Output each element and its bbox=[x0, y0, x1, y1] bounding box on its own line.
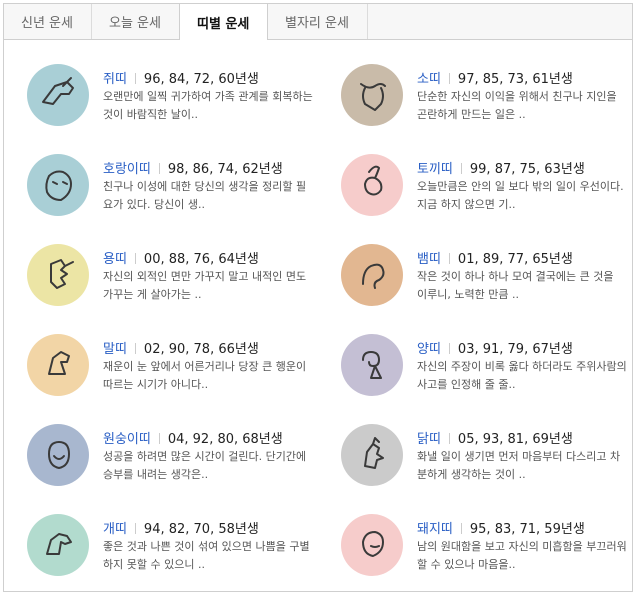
pig-icon bbox=[341, 514, 403, 576]
divider bbox=[460, 163, 462, 174]
tab-constellation-fortune[interactable]: 별자리 운세 bbox=[268, 4, 368, 39]
monkey-icon bbox=[27, 424, 89, 486]
ox-icon bbox=[341, 64, 403, 126]
dragon-icon bbox=[27, 244, 89, 306]
zodiac-name[interactable]: 쥐띠 bbox=[103, 72, 127, 87]
zodiac-name[interactable]: 닭띠 bbox=[417, 432, 441, 447]
dog-icon bbox=[27, 514, 89, 576]
zodiac-item-dragon[interactable]: 용띠 00, 88, 76, 64년생 자신의 외적인 면만 가꾸지 말고 내적인… bbox=[27, 244, 327, 316]
zodiac-item-rabbit[interactable]: 토끼띠 99, 87, 75, 63년생 오늘만큼은 안의 일 보다 밖의 일이 … bbox=[341, 154, 638, 226]
rooster-icon bbox=[341, 424, 403, 486]
fortune-tabs: 신년 운세 오늘 운세 띠별 운세 별자리 운세 bbox=[4, 4, 632, 40]
tab-new-year-fortune[interactable]: 신년 운세 bbox=[4, 4, 92, 39]
zodiac-years: 97, 85, 73, 61년생 bbox=[457, 72, 573, 87]
zodiac-desc: 단순한 자신의 이익을 위해서 친구나 지인을 곤란하게 만드는 일은 .. bbox=[417, 90, 617, 121]
snake-icon bbox=[341, 244, 403, 306]
zodiac-item-dog[interactable]: 개띠 94, 82, 70, 58년생 좋은 것과 나쁜 것이 섞여 있으면 나쁨… bbox=[27, 514, 327, 586]
zodiac-item-rooster[interactable]: 닭띠 05, 93, 81, 69년생 화낼 일이 생기면 먼저 마음부터 다스리… bbox=[341, 424, 638, 496]
zodiac-item-rat[interactable]: 쥐띠 96, 84, 72, 60년생 오랜만에 일찍 귀가하여 가족 관계를 회… bbox=[27, 64, 327, 136]
zodiac-name[interactable]: 호랑이띠 bbox=[103, 162, 151, 177]
tab-today-fortune[interactable]: 오늘 운세 bbox=[92, 4, 180, 39]
zodiac-years: 00, 88, 76, 64년생 bbox=[143, 252, 259, 267]
zodiac-item-horse[interactable]: 말띠 02, 90, 78, 66년생 재운이 눈 앞에서 어른거리나 당장 큰 … bbox=[27, 334, 327, 406]
zodiac-desc: 남의 원대함을 보고 자신의 미흡함을 부끄러워 할 수 있으나 마음을.. bbox=[417, 540, 627, 571]
zodiac-name[interactable]: 개띠 bbox=[103, 522, 127, 537]
fortune-panel: 신년 운세 오늘 운세 띠별 운세 별자리 운세 쥐띠 96, 84, 72, 6… bbox=[3, 3, 633, 592]
divider bbox=[448, 433, 450, 444]
zodiac-desc: 성공을 하려면 많은 시간이 걸린다. 단기간에 승부를 내려는 생각은.. bbox=[103, 450, 307, 481]
zodiac-desc: 오늘만큼은 안의 일 보다 밖의 일이 우선이다. 지금 하지 않으면 기.. bbox=[417, 180, 624, 211]
zodiac-name[interactable]: 돼지띠 bbox=[417, 522, 453, 537]
zodiac-years: 04, 92, 80, 68년생 bbox=[167, 432, 283, 447]
divider bbox=[460, 523, 462, 534]
zodiac-name[interactable]: 토끼띠 bbox=[417, 162, 453, 177]
zodiac-years: 05, 93, 81, 69년생 bbox=[457, 432, 573, 447]
zodiac-item-pig[interactable]: 돼지띠 95, 83, 71, 59년생 남의 원대함을 보고 자신의 미흡함을 … bbox=[341, 514, 638, 586]
zodiac-years: 94, 82, 70, 58년생 bbox=[143, 522, 259, 537]
divider bbox=[158, 163, 160, 174]
zodiac-desc: 친구나 이성에 대한 당신의 생각을 정리할 필요가 있다. 당신이 생.. bbox=[103, 180, 307, 211]
divider bbox=[448, 343, 450, 354]
zodiac-desc: 재운이 눈 앞에서 어른거리나 당장 큰 행운이 따르는 시기가 아니다.. bbox=[103, 360, 307, 391]
zodiac-desc: 좋은 것과 나쁜 것이 섞여 있으면 나쁨을 구별하지 못할 수 있으니 .. bbox=[103, 540, 310, 571]
zodiac-item-snake[interactable]: 뱀띠 01, 89, 77, 65년생 작은 것이 하나 하나 모여 결국에는 큰… bbox=[341, 244, 638, 316]
zodiac-years: 96, 84, 72, 60년생 bbox=[143, 72, 259, 87]
zodiac-name[interactable]: 양띠 bbox=[417, 342, 441, 357]
zodiac-desc: 작은 것이 하나 하나 모여 결국에는 큰 것을 이루니, 노력한 만큼 .. bbox=[417, 270, 614, 301]
zodiac-desc: 자신의 외적인 면만 가꾸지 말고 내적인 면도 가꾸는 게 살아가는 .. bbox=[103, 270, 307, 301]
zodiac-item-sheep[interactable]: 양띠 03, 91, 79, 67년생 자신의 주장이 비록 옳다 하더라도 주위… bbox=[341, 334, 638, 406]
zodiac-years: 03, 91, 79, 67년생 bbox=[457, 342, 573, 357]
zodiac-name[interactable]: 소띠 bbox=[417, 72, 441, 87]
zodiac-desc: 자신의 주장이 비록 옳다 하더라도 주위사람의 사고를 인정해 줄 줄.. bbox=[417, 360, 627, 391]
zodiac-years: 01, 89, 77, 65년생 bbox=[457, 252, 573, 267]
divider bbox=[134, 523, 136, 534]
tab-zodiac-fortune[interactable]: 띠별 운세 bbox=[179, 4, 268, 40]
divider bbox=[158, 433, 160, 444]
zodiac-name[interactable]: 용띠 bbox=[103, 252, 127, 267]
zodiac-years: 95, 83, 71, 59년생 bbox=[469, 522, 585, 537]
zodiac-years: 98, 86, 74, 62년생 bbox=[167, 162, 283, 177]
zodiac-desc: 화낼 일이 생기면 먼저 마음부터 다스리고 차분하게 생각하는 것이 .. bbox=[417, 450, 621, 481]
zodiac-years: 99, 87, 75, 63년생 bbox=[469, 162, 585, 177]
divider bbox=[448, 253, 450, 264]
divider bbox=[448, 73, 450, 84]
sheep-icon bbox=[341, 334, 403, 396]
zodiac-desc: 오랜만에 일찍 귀가하여 가족 관계를 회복하는 것이 바람직한 날이.. bbox=[103, 90, 313, 121]
rabbit-icon bbox=[341, 154, 403, 216]
zodiac-item-ox[interactable]: 소띠 97, 85, 73, 61년생 단순한 자신의 이익을 위해서 친구나 지… bbox=[341, 64, 638, 136]
zodiac-item-monkey[interactable]: 원숭이띠 04, 92, 80, 68년생 성공을 하려면 많은 시간이 걸린다.… bbox=[27, 424, 327, 496]
tiger-icon bbox=[27, 154, 89, 216]
divider bbox=[134, 343, 136, 354]
zodiac-name[interactable]: 말띠 bbox=[103, 342, 127, 357]
divider bbox=[134, 73, 136, 84]
zodiac-name[interactable]: 뱀띠 bbox=[417, 252, 441, 267]
zodiac-years: 02, 90, 78, 66년생 bbox=[143, 342, 259, 357]
zodiac-name[interactable]: 원숭이띠 bbox=[103, 432, 151, 447]
horse-icon bbox=[27, 334, 89, 396]
zodiac-item-tiger[interactable]: 호랑이띠 98, 86, 74, 62년생 친구나 이성에 대한 당신의 생각을 … bbox=[27, 154, 327, 226]
rat-icon bbox=[27, 64, 89, 126]
divider bbox=[134, 253, 136, 264]
